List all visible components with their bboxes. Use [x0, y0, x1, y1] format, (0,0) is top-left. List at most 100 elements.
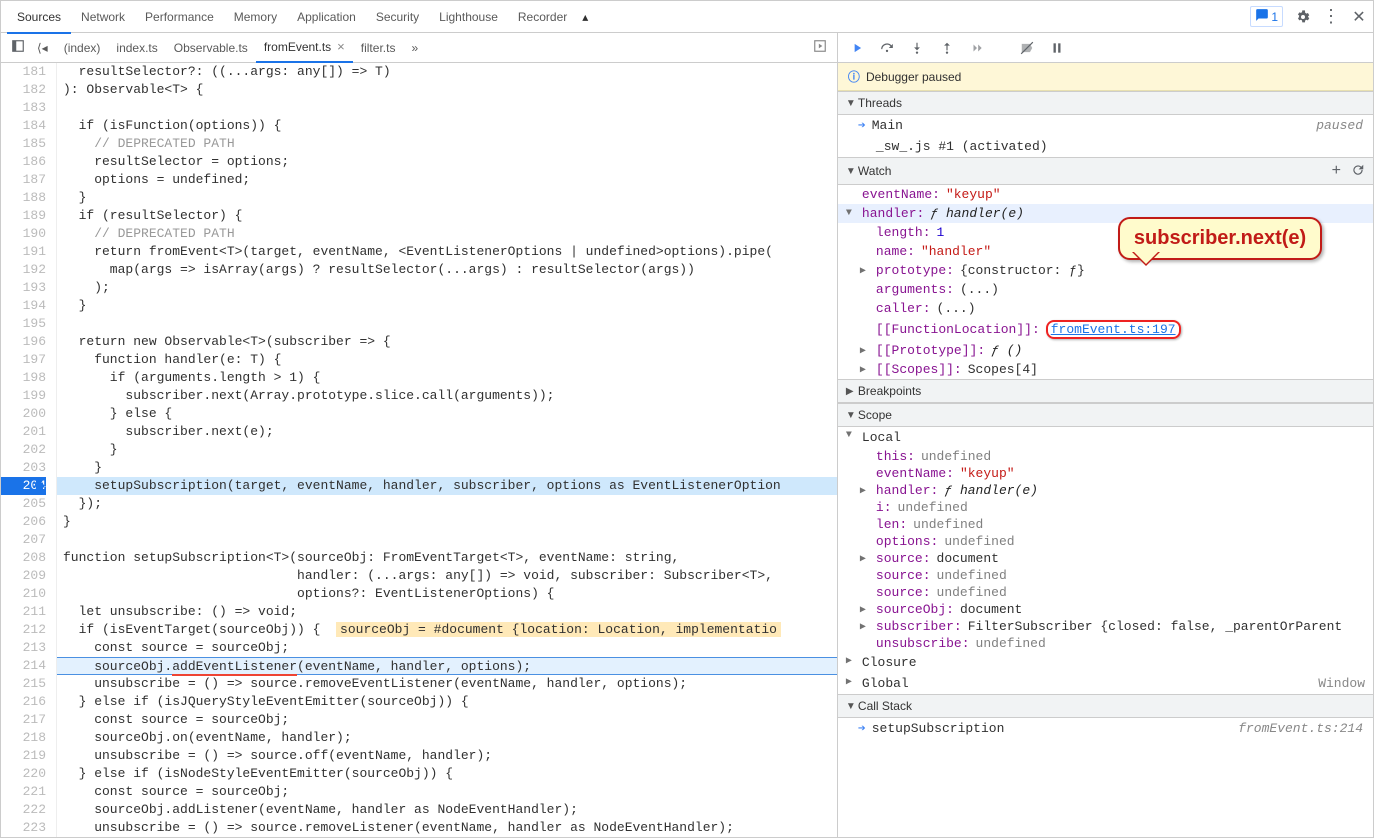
code-line[interactable]: }	[57, 513, 837, 531]
code-editor[interactable]: 1811821831841851861871881891901911921931…	[1, 63, 837, 837]
code-line[interactable]: const source = sourceObj;	[57, 639, 837, 657]
scope-group-head[interactable]: ▼Local	[838, 427, 1373, 448]
watch-item[interactable]: options: undefined	[838, 533, 1373, 550]
watch-item[interactable]: caller: (...)	[838, 299, 1373, 318]
toggle-sidebar-icon[interactable]	[7, 37, 29, 58]
file-tab[interactable]: index.ts	[108, 33, 165, 63]
more-tabs-icon[interactable]: »	[407, 39, 422, 57]
code-line[interactable]: // DEPRECATED PATH	[57, 225, 837, 243]
top-tab-security[interactable]: Security	[366, 2, 429, 32]
code-line[interactable]: }	[57, 297, 837, 315]
code-line[interactable]: let unsubscribe: () => void;	[57, 603, 837, 621]
thread-row[interactable]: _sw_.js #1 (activated)	[838, 136, 1373, 157]
expand-icon[interactable]: ▶	[846, 676, 856, 691]
line-number[interactable]: 195	[1, 315, 46, 333]
expand-icon[interactable]: ▼	[846, 430, 856, 445]
line-number[interactable]: 215	[1, 675, 46, 693]
line-number[interactable]: 200	[1, 405, 46, 423]
close-devtools-icon[interactable]: ✕	[1351, 9, 1367, 25]
line-number[interactable]: 189	[1, 207, 46, 225]
code-line[interactable]: return new Observable<T>(subscriber => {	[57, 333, 837, 351]
watch-item[interactable]: ▶prototype: {constructor: ƒ}	[838, 261, 1373, 280]
watch-item[interactable]: unsubscribe: undefined	[838, 635, 1373, 652]
watch-item[interactable]: source: undefined	[838, 584, 1373, 601]
watch-item[interactable]: ▶[[Prototype]]: ƒ ()	[838, 341, 1373, 360]
line-number[interactable]: 202	[1, 441, 46, 459]
navigate-icon[interactable]: ⟨◂	[33, 39, 52, 57]
line-number[interactable]: 196	[1, 333, 46, 351]
watch-item[interactable]: ▶[[Scopes]]: Scopes[4]	[838, 360, 1373, 379]
top-tab-lighthouse[interactable]: Lighthouse	[429, 2, 508, 32]
line-number[interactable]: 184	[1, 117, 46, 135]
code-line[interactable]: } else {	[57, 405, 837, 423]
watch-item[interactable]: eventName: "keyup"	[838, 185, 1373, 204]
code-line[interactable]: ): Observable<T> {	[57, 81, 837, 99]
line-number[interactable]: 201	[1, 423, 46, 441]
line-number[interactable]: 220	[1, 765, 46, 783]
code-line[interactable]: sourceObj.addEventListener(eventName, ha…	[57, 657, 837, 675]
code-line[interactable]: function handler(e: T) {	[57, 351, 837, 369]
scope-panel-head[interactable]: ▼Scope	[838, 403, 1373, 427]
watch-item[interactable]: ▶subscriber: FilterSubscriber {closed: f…	[838, 618, 1373, 635]
code-line[interactable]: );	[57, 279, 837, 297]
code-line[interactable]: }	[57, 459, 837, 477]
line-number[interactable]: 222	[1, 801, 46, 819]
line-number[interactable]: 219	[1, 747, 46, 765]
more-icon[interactable]: ⋮	[1323, 9, 1339, 25]
expand-icon[interactable]: ▶	[860, 364, 870, 376]
line-number[interactable]: 188	[1, 189, 46, 207]
add-watch-icon[interactable]: +	[1332, 162, 1341, 180]
code-line[interactable]: return fromEvent<T>(target, eventName, <…	[57, 243, 837, 261]
line-number[interactable]: 212	[1, 621, 46, 639]
line-number[interactable]: 204	[1, 477, 46, 495]
watch-item[interactable]: i: undefined	[838, 499, 1373, 516]
thread-row[interactable]: ➔Mainpaused	[838, 115, 1373, 136]
code-line[interactable]: });	[57, 495, 837, 513]
frame-location[interactable]: fromEvent.ts:214	[1238, 721, 1363, 736]
expand-icon[interactable]: ▶	[860, 485, 870, 497]
line-number[interactable]: 211	[1, 603, 46, 621]
step-out-button[interactable]	[938, 39, 956, 57]
code-line[interactable]: options = undefined;	[57, 171, 837, 189]
code-line[interactable]: const source = sourceObj;	[57, 711, 837, 729]
line-number[interactable]: 216	[1, 693, 46, 711]
code-line[interactable]: } else if (isJQueryStyleEventEmitter(sou…	[57, 693, 837, 711]
code-line[interactable]: const source = sourceObj;	[57, 783, 837, 801]
pause-on-exceptions-button[interactable]	[1048, 39, 1066, 57]
watch-item[interactable]: source: undefined	[838, 567, 1373, 584]
code-line[interactable]: if (arguments.length > 1) {	[57, 369, 837, 387]
top-tab-memory[interactable]: Memory	[224, 2, 287, 32]
watch-item[interactable]: ▶source: document	[838, 550, 1373, 567]
line-number[interactable]: 214	[1, 657, 46, 675]
expand-icon[interactable]: ▶	[846, 655, 856, 670]
scope-group-head[interactable]: ▶GlobalWindow	[838, 673, 1373, 694]
line-number[interactable]: 182	[1, 81, 46, 99]
highlighted-location[interactable]: fromEvent.ts:197	[1046, 320, 1181, 339]
step-over-button[interactable]	[878, 39, 896, 57]
line-number[interactable]: 185	[1, 135, 46, 153]
code-line[interactable]: function setupSubscription<T>(sourceObj:…	[57, 549, 837, 567]
expand-icon[interactable]: ▶	[860, 553, 870, 565]
settings-icon[interactable]	[1295, 9, 1311, 25]
code-line[interactable]: if (isFunction(options)) {	[57, 117, 837, 135]
line-number[interactable]: 218	[1, 729, 46, 747]
file-tab[interactable]: filter.ts	[353, 33, 404, 63]
line-number[interactable]: 209	[1, 567, 46, 585]
watch-item[interactable]: arguments: (...)	[838, 280, 1373, 299]
issues-badge[interactable]: 1	[1250, 6, 1283, 27]
code-line[interactable]: subscriber.next(Array.prototype.slice.ca…	[57, 387, 837, 405]
watch-item[interactable]: ▶handler: ƒ handler(e)	[838, 482, 1373, 499]
line-number[interactable]: 208	[1, 549, 46, 567]
top-tab-recorder[interactable]: Recorder	[508, 2, 577, 32]
close-tab-icon[interactable]: ×	[337, 39, 345, 54]
expand-icon[interactable]: ▼	[846, 208, 856, 219]
expand-icon[interactable]: ▶	[860, 265, 870, 277]
code-line[interactable]: subscriber.next(e);	[57, 423, 837, 441]
watch-panel-head[interactable]: ▼Watch +	[838, 157, 1373, 185]
line-number[interactable]: 194	[1, 297, 46, 315]
line-number[interactable]: 183	[1, 99, 46, 117]
code-line[interactable]: map(args => isArray(args) ? resultSelect…	[57, 261, 837, 279]
breakpoints-panel-head[interactable]: ▶Breakpoints	[838, 379, 1373, 403]
line-number[interactable]: 205	[1, 495, 46, 513]
top-tab-sources[interactable]: Sources	[7, 2, 71, 34]
